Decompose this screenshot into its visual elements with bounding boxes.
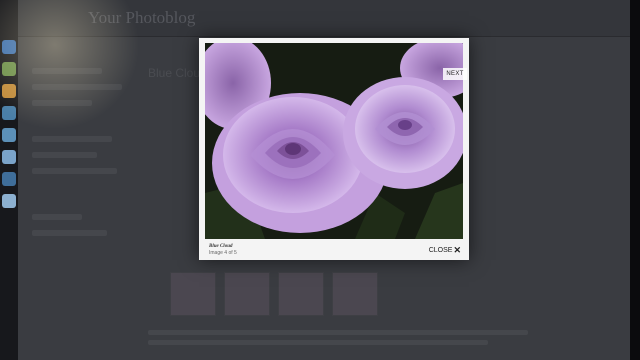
desktop-app-icon[interactable] xyxy=(2,128,16,142)
gallery-thumbnail[interactable] xyxy=(224,272,270,316)
desktop-app-icon[interactable] xyxy=(2,150,16,164)
next-button[interactable]: NEXT xyxy=(443,68,467,80)
photo-caption: Blue Cloud Image 4 of 5 xyxy=(209,243,237,257)
gallery-thumbnail[interactable] xyxy=(278,272,324,316)
next-label: NEXT xyxy=(446,71,464,77)
lightbox-modal: NEXT Blue Cloud Image 4 of 5 CLOSE✕ xyxy=(199,38,469,260)
close-label: CLOSE xyxy=(428,247,453,254)
caption-count: Image 4 of 5 xyxy=(209,250,237,256)
post-title: Blue Cloud xyxy=(148,66,207,80)
gallery-thumbnail[interactable] xyxy=(170,272,216,316)
desktop-app-icon[interactable] xyxy=(2,172,16,186)
close-x-icon: ✕ xyxy=(453,245,461,255)
body-text-line xyxy=(148,340,488,345)
close-button[interactable]: CLOSE✕ xyxy=(429,245,461,256)
caption-title: Blue Cloud xyxy=(209,244,233,249)
rose-photo xyxy=(205,43,463,239)
sidebar-item[interactable] xyxy=(32,136,112,142)
lightbox-photo[interactable] xyxy=(205,43,463,239)
sidebar-item[interactable] xyxy=(32,152,97,158)
sidebar-item[interactable] xyxy=(32,230,107,236)
desktop-app-icon[interactable] xyxy=(2,194,16,208)
sidebar-item[interactable] xyxy=(32,168,117,174)
body-text-line xyxy=(148,330,528,335)
sidebar-item[interactable] xyxy=(32,214,82,220)
gallery-thumbnail[interactable] xyxy=(332,272,378,316)
